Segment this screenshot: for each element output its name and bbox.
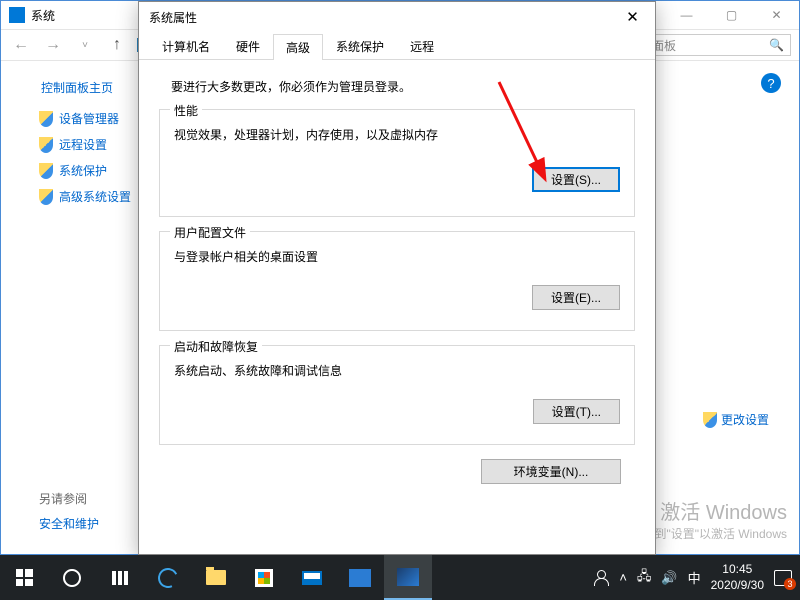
user-profiles-group: 用户配置文件 与登录帐户相关的桌面设置 设置(E)...: [159, 231, 635, 331]
start-button[interactable]: [0, 555, 48, 600]
back-button[interactable]: ←: [9, 33, 33, 57]
taskbar-app-active[interactable]: [384, 555, 432, 600]
sidebar-item-label: 高级系统设置: [59, 188, 131, 205]
taskbar-store[interactable]: [240, 555, 288, 600]
ime-indicator[interactable]: 中: [688, 568, 701, 587]
notification-badge: 3: [784, 578, 796, 590]
watermark-line1: 激活 Windows: [642, 496, 787, 525]
group-desc-performance: 视觉效果，处理器计划，内存使用，以及虚拟内存: [174, 126, 620, 143]
forward-button[interactable]: →: [41, 33, 65, 57]
dialog-body: 要进行大多数更改，你必须作为管理员登录。 性能 视觉效果，处理器计划，内存使用，…: [139, 60, 655, 498]
performance-settings-button[interactable]: 设置(S)...: [532, 167, 620, 192]
taskbar-app-1[interactable]: [336, 555, 384, 600]
action-center-icon[interactable]: 3: [774, 570, 792, 586]
tab-computer-name[interactable]: 计算机名: [149, 33, 223, 59]
group-desc-profiles: 与登录帐户相关的桌面设置: [174, 248, 620, 265]
shield-icon: [39, 111, 53, 127]
performance-group: 性能 视觉效果，处理器计划，内存使用，以及虚拟内存 设置(S)...: [159, 109, 635, 217]
search-icon: 🔍: [769, 38, 784, 52]
cortana-button[interactable]: [48, 555, 96, 600]
see-also-heading: 另请参阅: [39, 490, 99, 507]
system-icon: [9, 7, 25, 23]
tray-chevron-icon[interactable]: ˄: [619, 570, 627, 585]
cp-title: 系统: [31, 7, 55, 24]
shield-icon: [39, 137, 53, 153]
maximize-button[interactable]: ▢: [709, 1, 754, 29]
startup-recovery-group: 启动和故障恢复 系统启动、系统故障和调试信息 设置(T)...: [159, 345, 635, 445]
volume-icon[interactable]: 🔊: [661, 570, 677, 586]
see-also-link[interactable]: 安全和维护: [39, 515, 99, 532]
admin-note: 要进行大多数更改，你必须作为管理员登录。: [171, 78, 635, 95]
change-settings-label: 更改设置: [721, 411, 769, 428]
people-icon[interactable]: [593, 570, 609, 586]
dialog-titlebar: 系统属性 ✕: [139, 2, 655, 32]
change-settings-link[interactable]: 更改设置: [703, 411, 769, 428]
cp-window-controls: — ▢ ✕: [664, 1, 799, 29]
shield-icon: [703, 412, 717, 428]
sidebar-item-label: 系统保护: [59, 162, 107, 179]
taskbar-mail[interactable]: [288, 555, 336, 600]
dialog-close-button[interactable]: ✕: [610, 2, 655, 32]
network-icon[interactable]: 🖧: [637, 567, 652, 589]
help-icon[interactable]: ?: [761, 73, 781, 93]
taskbar-clock[interactable]: 10:45 2020/9/30: [711, 562, 764, 593]
group-title-profiles: 用户配置文件: [170, 224, 250, 241]
tab-strip: 计算机名 硬件 高级 系统保护 远程: [139, 32, 655, 60]
group-title-startup: 启动和故障恢复: [170, 338, 262, 355]
shield-icon: [39, 163, 53, 179]
tab-advanced[interactable]: 高级: [273, 34, 323, 60]
tab-remote[interactable]: 远程: [397, 33, 447, 59]
profiles-settings-button[interactable]: 设置(E)...: [532, 285, 620, 310]
task-view-button[interactable]: [96, 555, 144, 600]
up-button[interactable]: ↑: [105, 33, 129, 57]
startup-settings-button[interactable]: 设置(T)...: [533, 399, 620, 424]
system-properties-dialog: 系统属性 ✕ 计算机名 硬件 高级 系统保护 远程 要进行大多数更改，你必须作为…: [138, 1, 656, 555]
system-tray: ˄ 🖧 🔊 中 10:45 2020/9/30 3: [593, 562, 800, 593]
sidebar-item-label: 设备管理器: [59, 110, 119, 127]
close-button[interactable]: ✕: [754, 1, 799, 29]
watermark-line2: 转到"设置"以激活 Windows: [642, 525, 787, 542]
group-title-performance: 性能: [170, 102, 202, 119]
dialog-title: 系统属性: [149, 9, 197, 26]
clock-date: 2020/9/30: [711, 578, 764, 594]
activation-watermark: 激活 Windows 转到"设置"以激活 Windows: [642, 496, 787, 542]
taskbar-edge[interactable]: [144, 555, 192, 600]
dropdown-history[interactable]: ˅: [73, 33, 97, 57]
tab-system-protection[interactable]: 系统保护: [323, 33, 397, 59]
shield-icon: [39, 189, 53, 205]
taskbar-explorer[interactable]: [192, 555, 240, 600]
sidebar-item-label: 远程设置: [59, 136, 107, 153]
minimize-button[interactable]: —: [664, 1, 709, 29]
environment-variables-button[interactable]: 环境变量(N)...: [481, 459, 621, 484]
clock-time: 10:45: [711, 562, 764, 578]
taskbar: ˄ 🖧 🔊 中 10:45 2020/9/30 3: [0, 555, 800, 600]
tab-hardware[interactable]: 硬件: [223, 33, 273, 59]
group-desc-startup: 系统启动、系统故障和调试信息: [174, 362, 620, 379]
see-also: 另请参阅 安全和维护: [39, 490, 99, 532]
